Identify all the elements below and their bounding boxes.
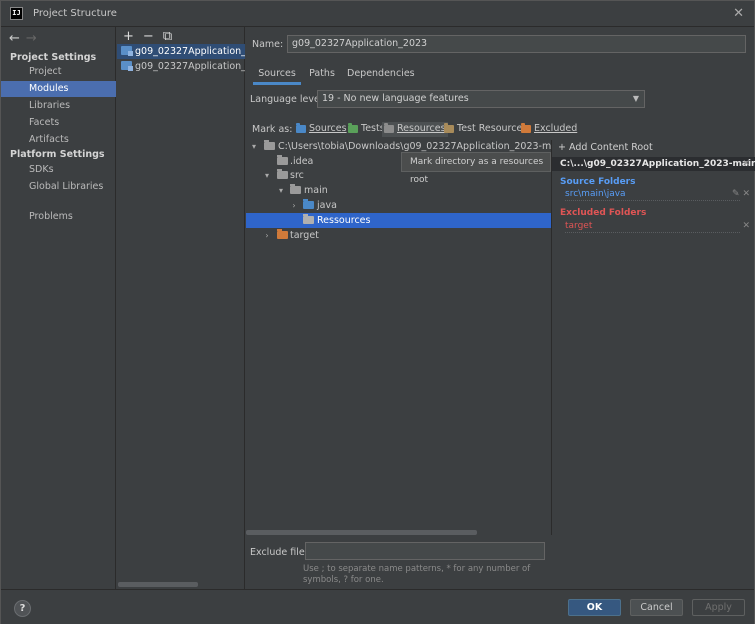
sidebar-item-problems[interactable]: Problems bbox=[1, 209, 116, 225]
remove-excluded-folder-icon[interactable]: ✕ bbox=[742, 221, 750, 231]
mark-test-resources-button[interactable]: Test Resources bbox=[442, 122, 529, 137]
module-label: g09_02327Application_2023 bbox=[135, 46, 245, 57]
module-item[interactable]: g09_02327Application_2023- bbox=[117, 59, 245, 74]
module-label: g09_02327Application_2023- bbox=[135, 61, 245, 72]
collapsed-arrow-icon[interactable]: › bbox=[262, 228, 272, 243]
tree-node-target[interactable]: › target bbox=[246, 228, 551, 243]
remove-content-root-icon[interactable]: ✕ bbox=[742, 157, 750, 171]
tree-horizontal-scrollbar[interactable] bbox=[246, 530, 477, 535]
forward-arrow-icon[interactable]: → bbox=[26, 31, 37, 46]
project-structure-dialog: IJ Project Structure ✕ ← → Project Settin… bbox=[0, 0, 755, 624]
source-folders-title: Source Folders bbox=[560, 177, 636, 187]
back-arrow-icon[interactable]: ← bbox=[9, 31, 20, 46]
excluded-folder-item[interactable]: target bbox=[565, 221, 740, 233]
title-bar: IJ Project Structure ✕ bbox=[1, 1, 754, 27]
copy-module-icon[interactable]: ⧉ bbox=[163, 29, 172, 44]
exclude-files-label: Exclude files: bbox=[250, 547, 313, 558]
tab-dependencies[interactable]: Dependencies bbox=[347, 67, 415, 85]
tree-node-ressources[interactable]: Ressources bbox=[246, 213, 551, 228]
dialog-button-bar: ? OK Cancel Apply bbox=[1, 589, 754, 624]
mark-resources-button[interactable]: Resources bbox=[382, 122, 448, 137]
content-root-panel: + Add Content Root C:\...\g09_02327Appli… bbox=[551, 140, 755, 535]
platform-settings-heading: Platform Settings bbox=[10, 149, 105, 160]
test-resources-folder-icon bbox=[444, 123, 454, 133]
expanded-arrow-icon[interactable]: ▾ bbox=[249, 139, 259, 154]
source-folder-icon bbox=[303, 199, 314, 209]
content-root-tree: ▾ C:\Users\tobia\Downloads\g09_02327Appl… bbox=[246, 139, 551, 559]
add-module-icon[interactable]: + bbox=[123, 29, 134, 44]
close-icon[interactable]: ✕ bbox=[733, 6, 744, 21]
dropdown-arrow-icon: ▼ bbox=[632, 94, 639, 103]
mark-sources-button[interactable]: Sources bbox=[294, 122, 349, 137]
source-folder-actions: ✎ ✕ bbox=[732, 189, 750, 199]
settings-sidebar: ← → Project Settings Project Modules Libr… bbox=[1, 27, 116, 589]
resources-folder-icon bbox=[384, 123, 394, 133]
tree-node-main[interactable]: ▾ main bbox=[246, 183, 551, 198]
add-content-root-button[interactable]: + Add Content Root bbox=[558, 142, 653, 153]
modules-toolbar: + − ⧉ bbox=[123, 29, 181, 44]
sidebar-item-libraries[interactable]: Libraries bbox=[1, 98, 116, 114]
module-icon bbox=[121, 61, 133, 71]
window-title: Project Structure bbox=[33, 8, 117, 19]
exclude-files-input[interactable] bbox=[305, 542, 545, 560]
content-root-path: C:\...\g09_02327Application_2023-main ✕ bbox=[552, 157, 755, 171]
excluded-folder-icon bbox=[521, 123, 531, 133]
resources-tooltip: Mark directory as a resources root bbox=[401, 152, 551, 185]
language-level-label: Language level: bbox=[250, 94, 326, 105]
tests-folder-icon bbox=[348, 123, 358, 133]
apply-button[interactable]: Apply bbox=[692, 599, 745, 616]
mark-as-label: Mark as: bbox=[252, 124, 293, 135]
sidebar-item-global-libraries[interactable]: Global Libraries bbox=[1, 179, 116, 195]
name-label: Name: bbox=[252, 39, 284, 50]
plus-icon: + bbox=[558, 142, 569, 153]
sidebar-item-sdks[interactable]: SDKs bbox=[1, 162, 116, 178]
remove-module-icon[interactable]: − bbox=[143, 29, 154, 44]
intellij-app-icon: IJ bbox=[10, 7, 23, 20]
folder-icon bbox=[277, 169, 288, 179]
help-icon[interactable]: ? bbox=[14, 600, 31, 617]
sidebar-item-facets[interactable]: Facets bbox=[1, 115, 116, 131]
tab-sources[interactable]: Sources bbox=[253, 67, 301, 85]
sidebar-item-project[interactable]: Project bbox=[1, 64, 116, 80]
mark-excluded-button[interactable]: Excluded bbox=[519, 122, 579, 137]
sidebar-item-modules[interactable]: Modules bbox=[1, 81, 116, 97]
ok-button[interactable]: OK bbox=[568, 599, 621, 616]
folder-icon bbox=[277, 155, 288, 165]
nav-arrows: ← → bbox=[9, 31, 43, 46]
excluded-folder-icon bbox=[277, 229, 288, 239]
collapsed-arrow-icon[interactable]: › bbox=[289, 198, 299, 213]
language-level-select[interactable]: 19 - No new language features ▼ bbox=[317, 90, 645, 108]
expanded-arrow-icon[interactable]: ▾ bbox=[276, 183, 286, 198]
exclude-files-hint: Use ; to separate name patterns, * for a… bbox=[303, 564, 531, 585]
modules-panel: +−⧉ g09_02327Application_2023 g09_02327A… bbox=[117, 27, 245, 589]
sources-folder-icon bbox=[296, 123, 306, 133]
folder-icon bbox=[290, 184, 301, 194]
edit-pencil-icon[interactable]: ✎ bbox=[732, 189, 740, 199]
tree-node-java[interactable]: › java bbox=[246, 198, 551, 213]
project-settings-heading: Project Settings bbox=[10, 52, 97, 63]
source-folder-item[interactable]: src\main\java bbox=[565, 189, 740, 201]
expanded-arrow-icon[interactable]: ▾ bbox=[262, 168, 272, 183]
folder-icon bbox=[264, 140, 275, 150]
module-item[interactable]: g09_02327Application_2023 bbox=[117, 44, 245, 59]
module-icon bbox=[121, 46, 133, 56]
folder-icon bbox=[303, 214, 314, 224]
mark-tests-button[interactable]: Tests bbox=[346, 122, 387, 137]
remove-source-folder-icon[interactable]: ✕ bbox=[742, 189, 750, 199]
modules-horizontal-scrollbar[interactable] bbox=[118, 582, 198, 587]
sidebar-item-artifacts[interactable]: Artifacts bbox=[1, 132, 116, 148]
module-name-input[interactable]: g09_02327Application_2023 bbox=[287, 35, 746, 53]
excluded-folders-title: Excluded Folders bbox=[560, 208, 647, 218]
tab-paths[interactable]: Paths bbox=[305, 67, 339, 85]
language-level-value: 19 - No new language features bbox=[322, 93, 469, 104]
cancel-button[interactable]: Cancel bbox=[630, 599, 683, 616]
